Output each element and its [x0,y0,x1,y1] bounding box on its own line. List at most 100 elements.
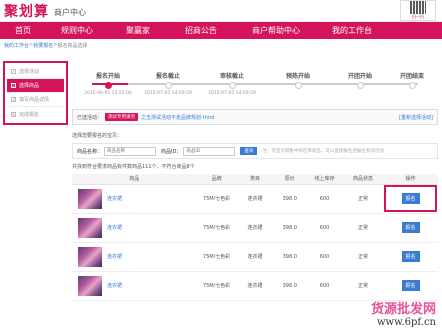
sidebar-item-select-product[interactable]: 2 选择商品 [7,79,64,93]
qr-code: 扫一扫 [400,0,436,21]
step-icon: 2 [11,83,16,88]
step-date: 2015-07-05 14:59:59 [208,91,256,96]
result-count: 共找到符合要求商品有件数商品111个，不符合商品8个 [72,164,195,170]
table-row: 连衣裙 75M/七色彩 连衣裙 398.0 600 正常 报名 [72,242,438,272]
product-cell: 连衣裙 [72,271,197,301]
activity-badge: 测试专用请勿 [105,113,139,121]
progress-steps: 报名开始 2015-06-05 15:55:00 报名截止 2015-07-05… [72,61,438,109]
stock-cell: 600 [306,242,343,272]
brand-cell: 75M/七色彩 [196,242,237,272]
nav-winner[interactable]: 聚赢家 [108,22,168,39]
brand-cell: 75M/七色彩 [196,271,237,301]
signup-button[interactable]: 报名 [401,222,420,233]
price-cell: 398.0 [273,271,307,301]
sidebar-item-select-activity[interactable]: ✓ 选择活动 [7,65,64,79]
action-cell: 报名 [383,242,438,272]
header-subtitle: 商户中心 [54,8,86,17]
nav-announcements[interactable]: 招商公告 [168,22,234,39]
category-cell: 连衣裙 [236,213,274,243]
status-cell: 正常 [342,184,384,214]
sidebar-item-complete[interactable]: 4 完成报名 [7,107,64,121]
breadcrumb-home[interactable]: 我的工作台 [4,42,29,49]
product-name-link[interactable]: 连衣裙 [107,283,122,289]
step-group-start: 开团开始 [333,71,387,89]
sidebar-item-label: 填写商品详情 [19,97,50,103]
col-stock: 线上库存 [306,174,343,185]
product-name-label: 商品名称： [77,148,103,155]
col-price: 原价 [273,174,307,185]
selected-prefix: 已选活动： [77,114,103,121]
signup-button[interactable]: 报名 [401,251,420,262]
sidebar-item-label: 选择活动 [19,69,40,75]
category-cell: 连衣裙 [236,184,274,214]
check-icon: ✓ [11,69,16,74]
logo[interactable]: 聚划算 [4,1,49,21]
step-warmup-start: 预热开始 [271,71,325,89]
nav-help[interactable]: 商户帮助中心 [234,22,318,39]
nav-home[interactable]: 首页 [0,22,46,39]
product-name-link[interactable]: 连衣裙 [107,254,122,260]
status-cell: 正常 [342,271,384,301]
step-label: 开团结束 [399,73,424,80]
product-name-link[interactable]: 连衣裙 [107,225,122,231]
query-button[interactable]: 查询 [240,147,258,155]
product-id-input[interactable] [183,146,236,156]
breadcrumb-current: 报名商品选择 [57,42,88,49]
qr-caption: 扫一扫 [412,14,424,19]
top-nav: 首页 规则中心 聚赢家 招商公告 商户帮助中心 我的工作台 [0,22,442,39]
product-thumbnail[interactable] [78,217,102,238]
col-brand: 品牌 [196,174,237,185]
sidebar-item-fill-details[interactable]: 3 填写商品详情 [7,93,64,107]
stock-cell: 600 [306,184,343,214]
col-action: 操作 [383,174,438,185]
step-label: 报名截止 [155,73,180,80]
signup-button[interactable]: 报名 [401,193,420,204]
product-cell: 连衣裙 [72,184,197,214]
brand-cell: 75M/七色彩 [196,184,237,214]
category-cell: 连衣裙 [236,271,274,301]
step-label: 报名开始 [95,73,120,80]
step-signup-end: 报名截止 2015-07-05 14:59:59 [141,71,195,96]
qr-code-icon [410,1,426,14]
brand-cell: 75M/七色彩 [196,213,237,243]
step-node [408,82,416,89]
table-row: 连衣裙 75M/七色彩 连衣裙 398.0 600 正常 报名 [72,184,438,214]
step-review-end: 审核截止 2015-07-05 14:59:59 [205,71,259,96]
col-category: 类目 [236,174,274,185]
product-thumbnail[interactable] [78,246,102,267]
sidebar: ✓ 选择活动 2 选择商品 3 填写商品详情 4 完成报名 [3,61,68,125]
product-name-link[interactable]: 连衣裙 [107,196,122,202]
action-cell: 报名 [383,271,438,301]
select-hint: 选择您要报名的宝贝： [72,133,123,139]
table-row: 连衣裙 75M/七色彩 连衣裙 398.0 600 正常 报名 [72,213,438,243]
activity-name[interactable]: 之玉测试活动不走品牌规划-third [141,114,214,121]
step-icon: 4 [11,111,16,117]
search-note: 注：仅显示销售中和在库商品，可以直接报名后报名参加活动 [262,149,384,154]
price-cell: 398.0 [273,184,307,214]
product-name-input[interactable] [104,146,157,156]
product-id-label: 商品ID： [161,148,182,155]
main-content: 报名开始 2015-06-05 15:55:00 报名截止 2015-07-05… [72,61,438,301]
signup-button[interactable]: 报名 [401,280,420,291]
price-cell: 398.0 [273,242,307,272]
watermark-url: www.6pf.cn [377,317,436,328]
step-signup-start: 报名开始 2015-06-05 15:55:00 [81,71,135,96]
status-cell: 正常 [342,213,384,243]
table-row: 连衣裙 75M/七色彩 连衣裙 398.0 600 正常 报名 [72,271,438,301]
product-thumbnail[interactable] [78,275,102,296]
step-node [228,82,236,89]
product-thumbnail[interactable] [78,188,102,209]
step-node [104,82,112,89]
nav-workbench[interactable]: 我的工作台 [318,22,386,39]
selected-activity-bar: 已选活动： 测试专用请勿 之玉测试活动不走品牌规划-third [重新选择活动] [72,109,438,125]
nav-rules[interactable]: 规则中心 [46,22,108,39]
step-label: 审核截止 [219,73,244,80]
stock-cell: 600 [306,213,343,243]
reselect-activity-link[interactable]: [重新选择活动] [399,114,433,121]
col-product: 商品 [72,174,197,185]
breadcrumb-signup[interactable]: 我要报名 [33,42,53,49]
action-cell: 报名 [383,184,438,214]
action-cell: 报名 [383,213,438,243]
sidebar-box: ✓ 选择活动 2 选择商品 3 填写商品详情 4 完成报名 [3,61,68,125]
step-label: 预热开始 [285,73,310,80]
